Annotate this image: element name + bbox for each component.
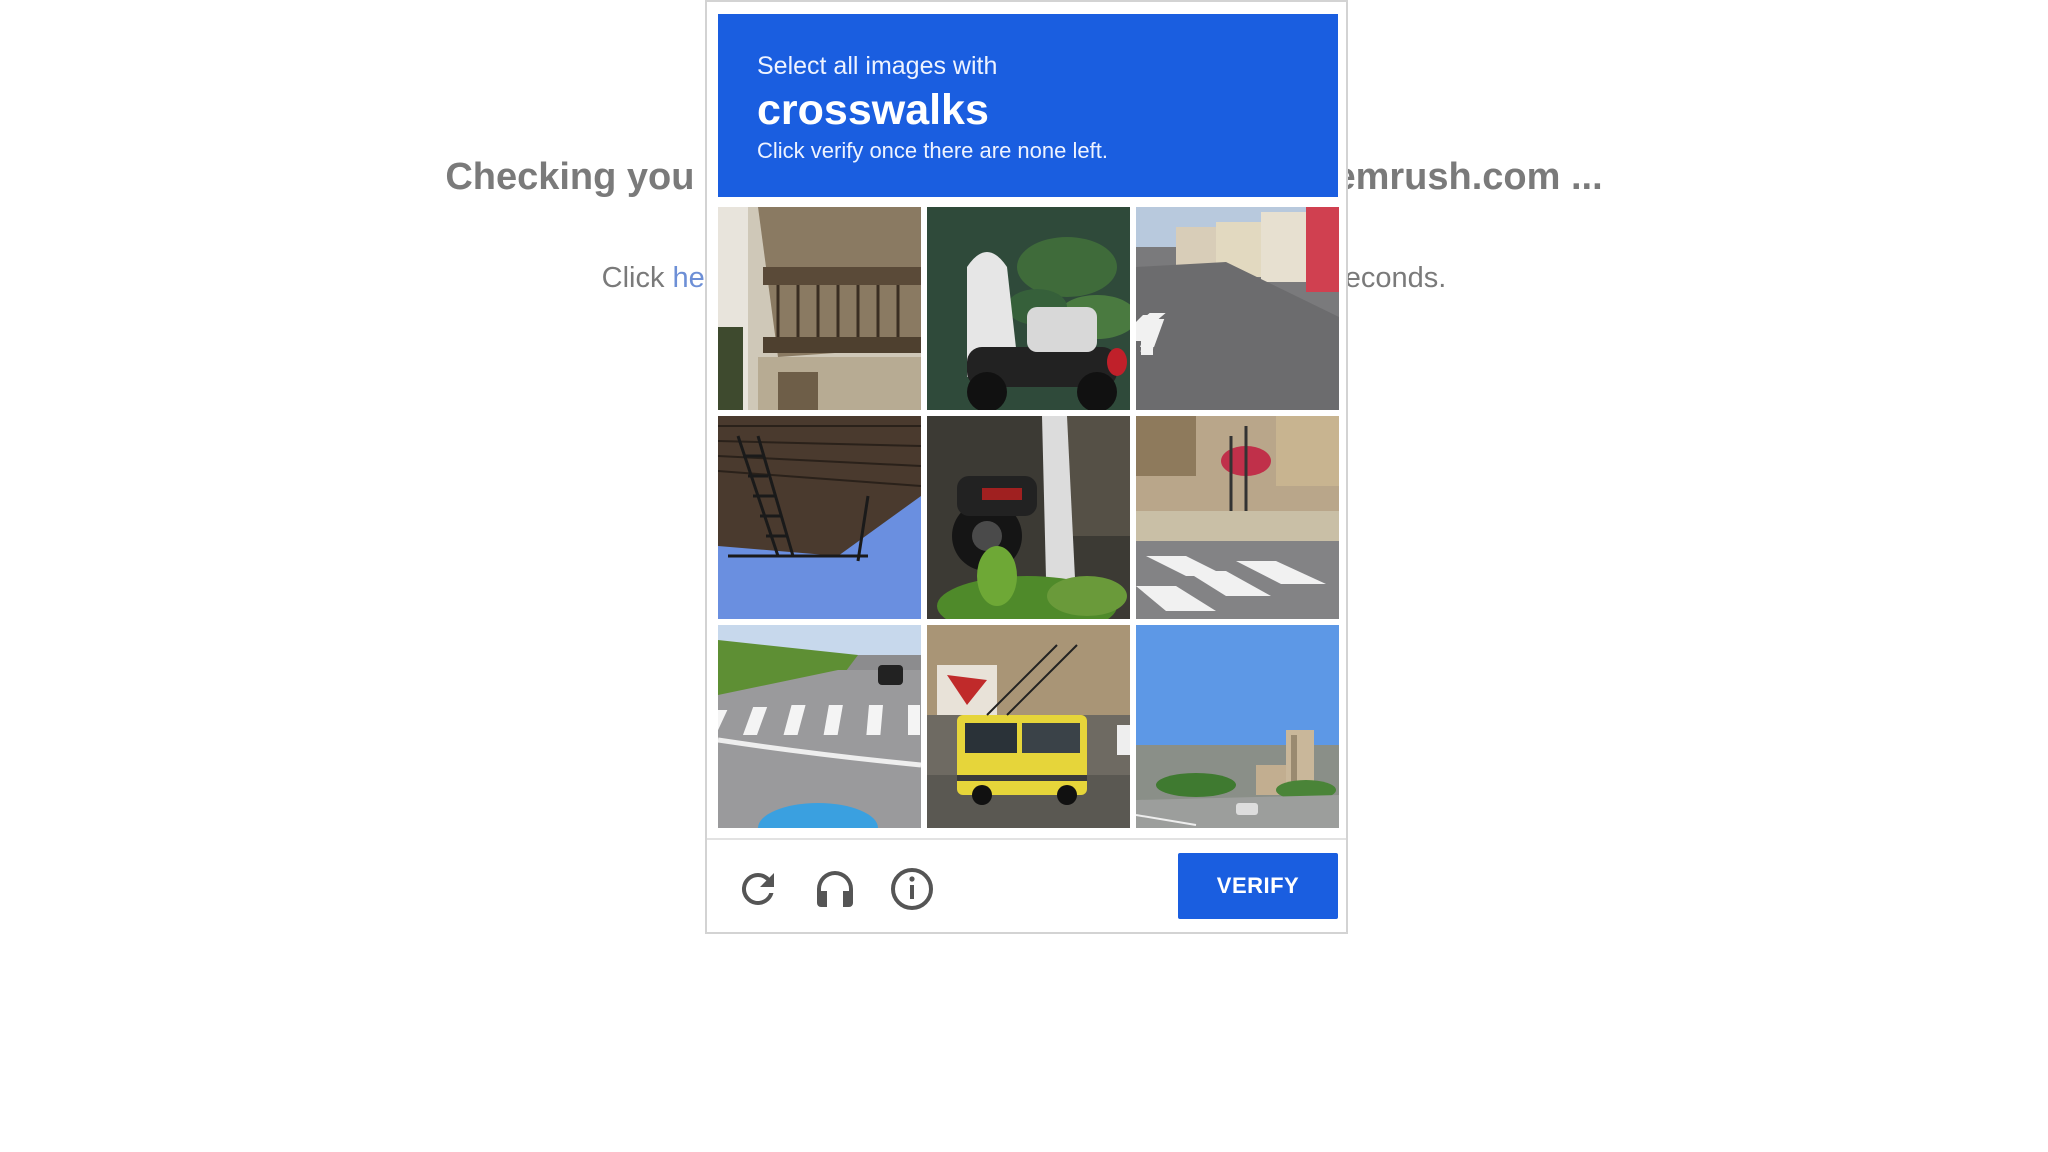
corner-crosswalk-image xyxy=(1136,416,1339,619)
captcha-tile-9[interactable] xyxy=(1136,625,1339,828)
captcha-tile-4[interactable] xyxy=(718,416,921,619)
captcha-tile-3[interactable] xyxy=(1136,207,1339,410)
subtext-left: Click xyxy=(601,262,673,294)
balcony-image xyxy=(718,207,921,410)
captcha-tile-5[interactable] xyxy=(927,416,1130,619)
here-link[interactable]: he xyxy=(673,262,705,294)
info-button[interactable] xyxy=(885,862,939,916)
trolleybus-image xyxy=(927,625,1130,828)
fire-escape-image xyxy=(718,416,921,619)
subtext-right: econds. xyxy=(1344,262,1447,294)
audio-challenge-button[interactable] xyxy=(808,862,862,916)
captcha-hint: Click verify once there are none left. xyxy=(757,138,1108,163)
motorcycle-image xyxy=(927,416,1130,619)
captcha-tile-6[interactable] xyxy=(1136,416,1339,619)
captcha-instruction: Select all images with xyxy=(757,52,998,80)
heading-right-text: emrush.com ... xyxy=(1334,156,1603,198)
captcha-dialog: Select all images with crosswalks Click … xyxy=(705,0,1348,934)
reload-icon xyxy=(741,872,774,905)
reload-button[interactable] xyxy=(731,862,785,916)
scooter-image xyxy=(927,207,1130,410)
info-icon xyxy=(891,868,933,910)
captcha-tile-7[interactable] xyxy=(718,625,921,828)
heading-left-text: Checking you xyxy=(445,156,695,198)
headphones-icon xyxy=(817,871,853,907)
page: Checking you emrush.com ... Click he econd… xyxy=(0,0,2048,1152)
captcha-target: crosswalks xyxy=(757,86,989,134)
highway-image xyxy=(1136,625,1339,828)
street-crosswalk-image xyxy=(1136,207,1339,410)
captcha-tile-2[interactable] xyxy=(927,207,1130,410)
captcha-tile-8[interactable] xyxy=(927,625,1130,828)
captcha-image-grid xyxy=(718,207,1339,828)
road-crosswalk-image xyxy=(718,625,921,828)
footer-divider xyxy=(707,838,1346,840)
captcha-tile-1[interactable] xyxy=(718,207,921,410)
verify-button[interactable]: VERIFY xyxy=(1178,853,1338,919)
captcha-header: Select all images with crosswalks Click … xyxy=(718,14,1338,197)
